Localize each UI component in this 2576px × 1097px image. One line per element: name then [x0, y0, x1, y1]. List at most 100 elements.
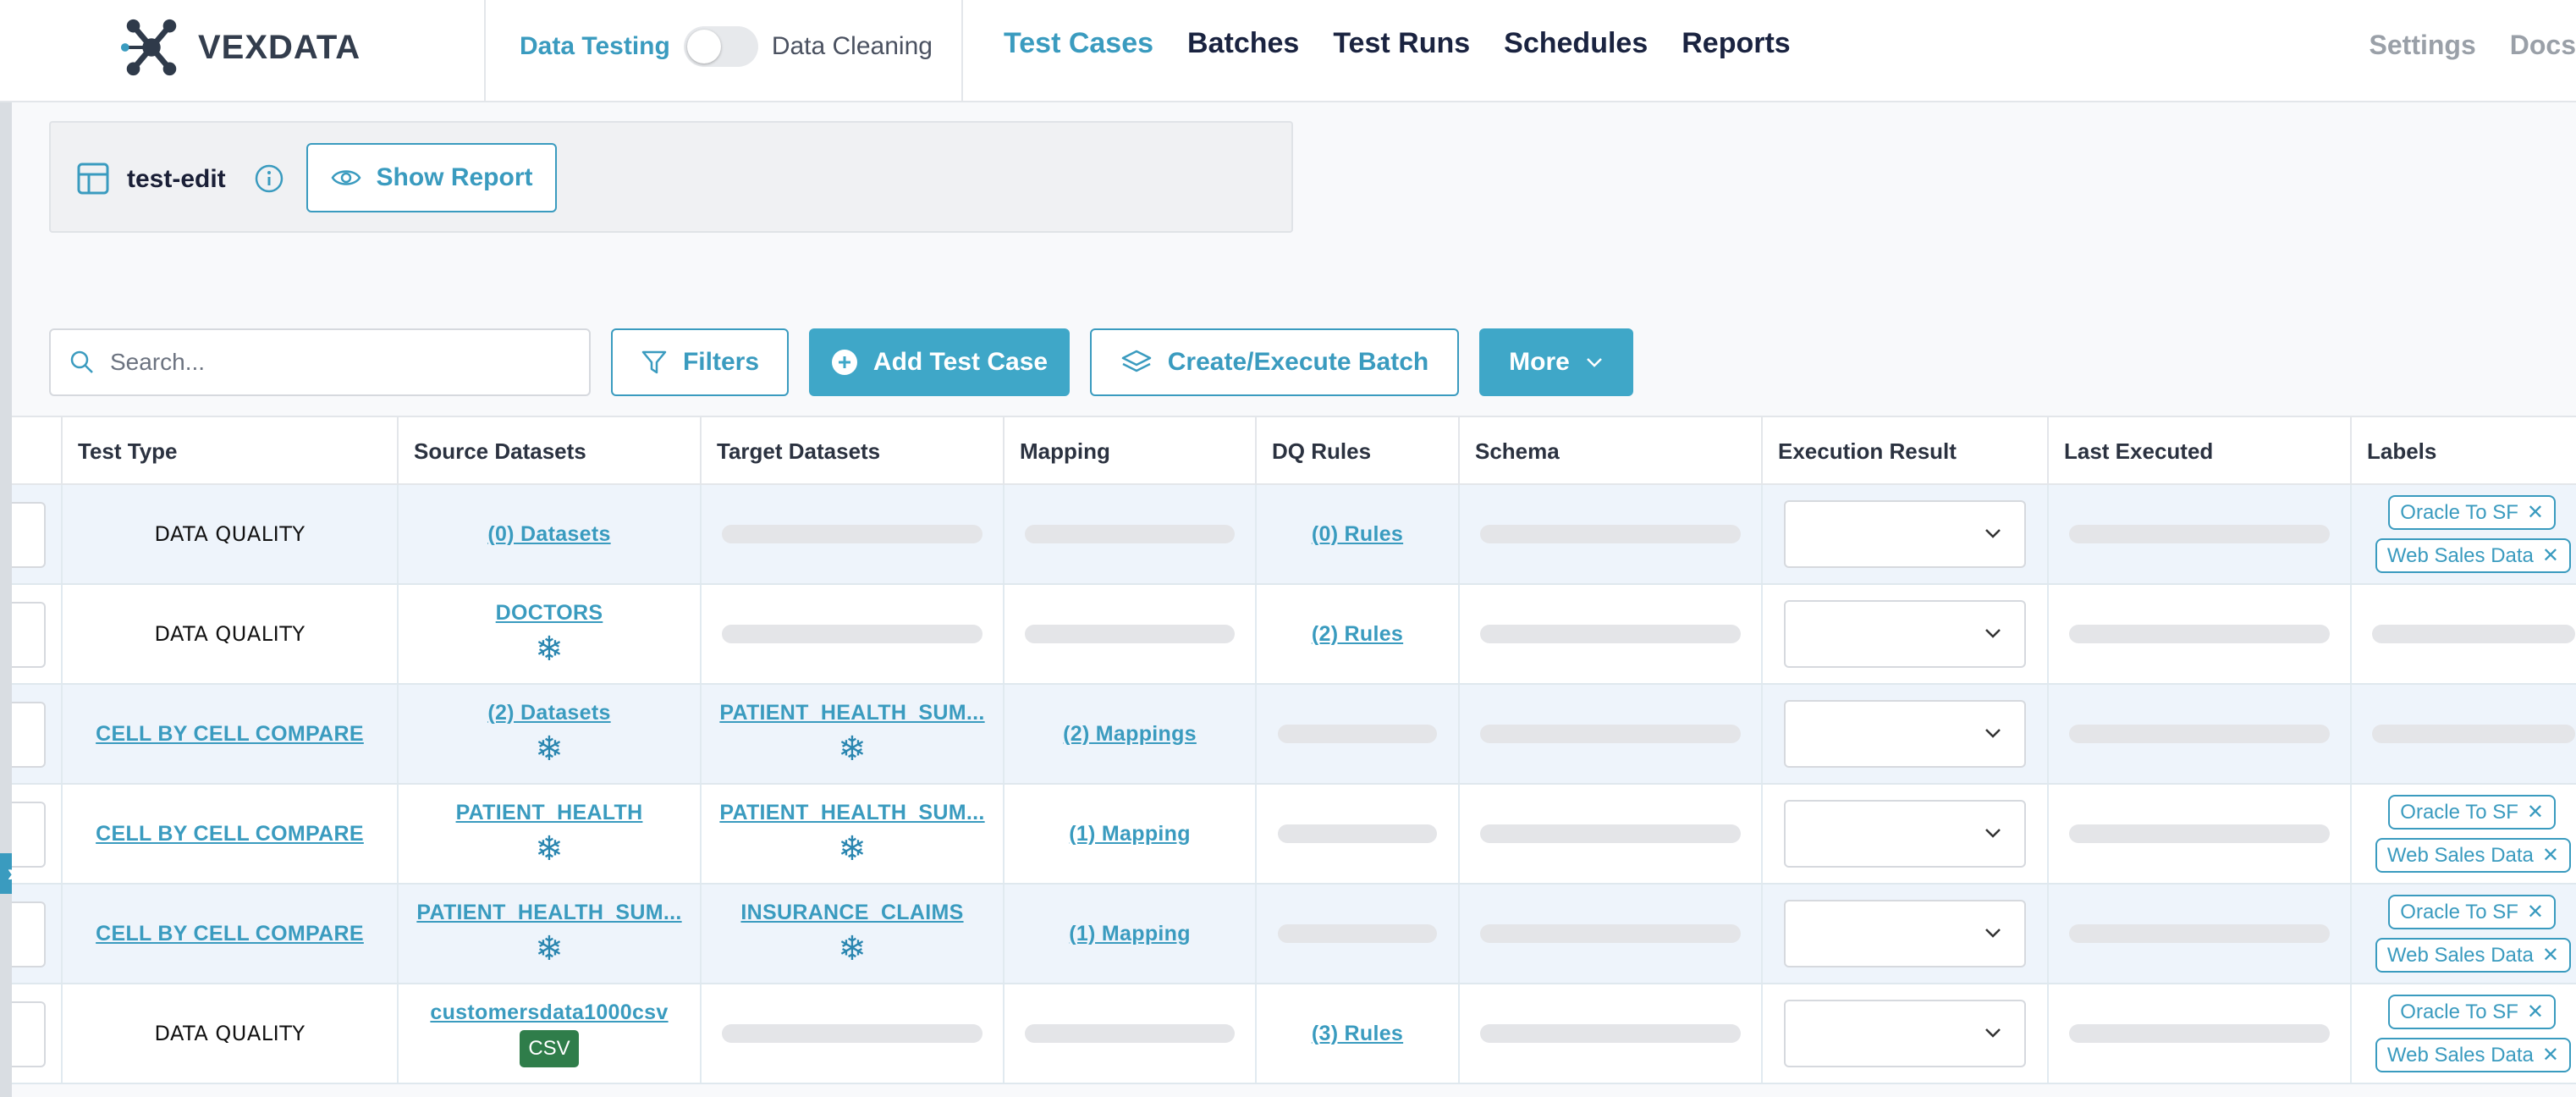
table-cell: (1) Mapping	[1005, 885, 1257, 983]
table-cell: Oracle To SF ✕ Web Sales Data ✕	[2352, 485, 2576, 583]
close-icon[interactable]: ✕	[2527, 800, 2544, 824]
execution-result-select[interactable]	[1784, 500, 2026, 568]
table-cell	[1257, 685, 1460, 783]
target-datasets-link[interactable]: PATIENT_HEALTH_SUM...	[719, 701, 984, 725]
source-datasets-link[interactable]: (0) Datasets	[487, 522, 610, 547]
close-icon[interactable]: ✕	[2542, 943, 2559, 967]
loading-placeholder	[1278, 824, 1437, 843]
column-header-test-type[interactable]: Test Type	[63, 417, 399, 485]
column-header-last-executed[interactable]: Last Executed	[2049, 417, 2352, 485]
loading-placeholder	[1480, 924, 1741, 943]
target-datasets-link[interactable]: INSURANCE_CLAIMS	[740, 901, 963, 925]
mapping-link[interactable]: (2) Mappings	[1063, 722, 1197, 747]
label-chip[interactable]: Oracle To SF ✕	[2388, 995, 2556, 1029]
source-datasets-link[interactable]: (2) Datasets	[487, 701, 610, 725]
column-header-execution-result[interactable]: Execution Result	[1763, 417, 2049, 485]
execution-result-select[interactable]	[1784, 1000, 2026, 1067]
mapping-link[interactable]: (1) Mapping	[1069, 922, 1191, 946]
column-header-source-datasets[interactable]: Source Datasets	[399, 417, 702, 485]
label-chip[interactable]: Web Sales Data ✕	[2375, 838, 2571, 873]
target-datasets-link[interactable]: PATIENT_HEALTH_SUM...	[719, 801, 984, 825]
add-test-case-button[interactable]: Add Test Case	[809, 328, 1070, 396]
row-select-stub[interactable]	[12, 602, 46, 668]
source-datasets-link[interactable]: DOCTORS	[496, 601, 603, 626]
close-icon[interactable]: ✕	[2527, 900, 2544, 924]
close-icon[interactable]: ✕	[2542, 843, 2559, 868]
search-input[interactable]	[110, 349, 550, 376]
more-button[interactable]: More	[1479, 328, 1633, 396]
execution-result-select[interactable]	[1784, 700, 2026, 768]
execution-result-select[interactable]	[1784, 600, 2026, 668]
label-chip[interactable]: Web Sales Data ✕	[2375, 1038, 2571, 1072]
test-type[interactable]: CELL BY CELL COMPARE	[96, 822, 364, 846]
switch-knob	[686, 30, 721, 63]
test-type: DATA QUALITY	[154, 622, 305, 646]
loading-placeholder	[2069, 525, 2330, 543]
mode-switch[interactable]	[683, 26, 758, 67]
dq-rules-link[interactable]: (2) Rules	[1312, 622, 1403, 647]
table-cell	[1460, 485, 1763, 583]
execution-result-select[interactable]	[1784, 800, 2026, 868]
label-chip[interactable]: Web Sales Data ✕	[2375, 938, 2571, 973]
dq-rules-link[interactable]: (0) Rules	[1312, 522, 1403, 547]
show-report-button[interactable]: Show Report	[306, 143, 557, 212]
execution-result-select[interactable]	[1784, 900, 2026, 967]
table-cell	[1257, 885, 1460, 983]
brand-logo[interactable]: VEXDATA	[118, 15, 361, 80]
close-icon[interactable]: ✕	[2527, 1000, 2544, 1024]
column-header-dq-rules[interactable]: DQ Rules	[1257, 417, 1460, 485]
table-cell: DATA QUALITY	[63, 585, 399, 683]
nav-test-runs[interactable]: Test Runs	[1333, 27, 1470, 60]
label-chip[interactable]: Oracle To SF ✕	[2388, 795, 2556, 830]
nav-docs[interactable]: Docs	[2510, 30, 2576, 61]
mode-data-cleaning[interactable]: Data Cleaning	[772, 32, 933, 61]
create-execute-batch-button[interactable]: Create/Execute Batch	[1090, 328, 1459, 396]
row-select-stub[interactable]	[12, 502, 46, 568]
column-header-schema[interactable]: Schema	[1460, 417, 1763, 485]
source-datasets-link[interactable]: customersdata1000csv	[430, 1001, 668, 1025]
table-cell: DATA QUALITY	[63, 984, 399, 1083]
divider	[484, 0, 486, 102]
filter-icon	[641, 350, 667, 374]
table-cell	[2049, 685, 2352, 783]
nav-schedules[interactable]: Schedules	[1504, 27, 1648, 60]
test-type[interactable]: CELL BY CELL COMPARE	[96, 922, 364, 946]
add-test-case-label: Add Test Case	[872, 348, 1049, 376]
label-chip[interactable]: Web Sales Data ✕	[2375, 538, 2571, 573]
column-header-target-datasets[interactable]: Target Datasets	[702, 417, 1005, 485]
table-row: CELL BY CELL COMPARE PATIENT_HEALTH_SUM..…	[12, 885, 2576, 984]
row-select-stub[interactable]	[12, 901, 46, 967]
source-datasets-link[interactable]: PATIENT_HEALTH	[456, 801, 643, 825]
row-select-stub[interactable]	[12, 702, 46, 768]
table-cell: CELL BY CELL COMPARE	[63, 785, 399, 883]
close-icon[interactable]: ✕	[2527, 500, 2544, 525]
close-icon[interactable]: ✕	[2542, 1043, 2559, 1067]
row-select-stub[interactable]	[12, 802, 46, 868]
table-row: CELL BY CELL COMPARE (2) Datasets ❄ PATIENT…	[12, 685, 2576, 785]
loading-placeholder	[1025, 625, 1235, 643]
table-cell	[12, 984, 63, 1083]
nav-reports[interactable]: Reports	[1682, 27, 1790, 60]
mode-data-testing[interactable]: Data Testing	[520, 32, 670, 61]
test-type[interactable]: CELL BY CELL COMPARE	[96, 722, 364, 747]
table-cell	[1460, 785, 1763, 883]
table-cell	[1763, 984, 2049, 1083]
nav-test-cases[interactable]: Test Cases	[1004, 27, 1153, 60]
column-header-mapping[interactable]: Mapping	[1005, 417, 1257, 485]
source-datasets-link[interactable]: PATIENT_HEALTH_SUM...	[416, 901, 681, 925]
dq-rules-link[interactable]: (3) Rules	[1312, 1022, 1403, 1046]
nav-settings[interactable]: Settings	[2370, 30, 2476, 61]
table-cell	[1460, 685, 1763, 783]
mapping-link[interactable]: (1) Mapping	[1069, 822, 1191, 846]
nav-batches[interactable]: Batches	[1187, 27, 1299, 60]
secondary-nav: Settings Docs	[2370, 30, 2576, 61]
info-icon[interactable]	[254, 163, 284, 194]
loading-placeholder	[1480, 625, 1741, 643]
table-cell: (1) Mapping	[1005, 785, 1257, 883]
column-header-labels[interactable]: Labels	[2352, 417, 2576, 485]
close-icon[interactable]: ✕	[2542, 543, 2559, 568]
label-chip[interactable]: Oracle To SF ✕	[2388, 495, 2556, 530]
row-select-stub[interactable]	[12, 1001, 46, 1067]
label-chip[interactable]: Oracle To SF ✕	[2388, 895, 2556, 929]
filters-button[interactable]: Filters	[611, 328, 789, 396]
